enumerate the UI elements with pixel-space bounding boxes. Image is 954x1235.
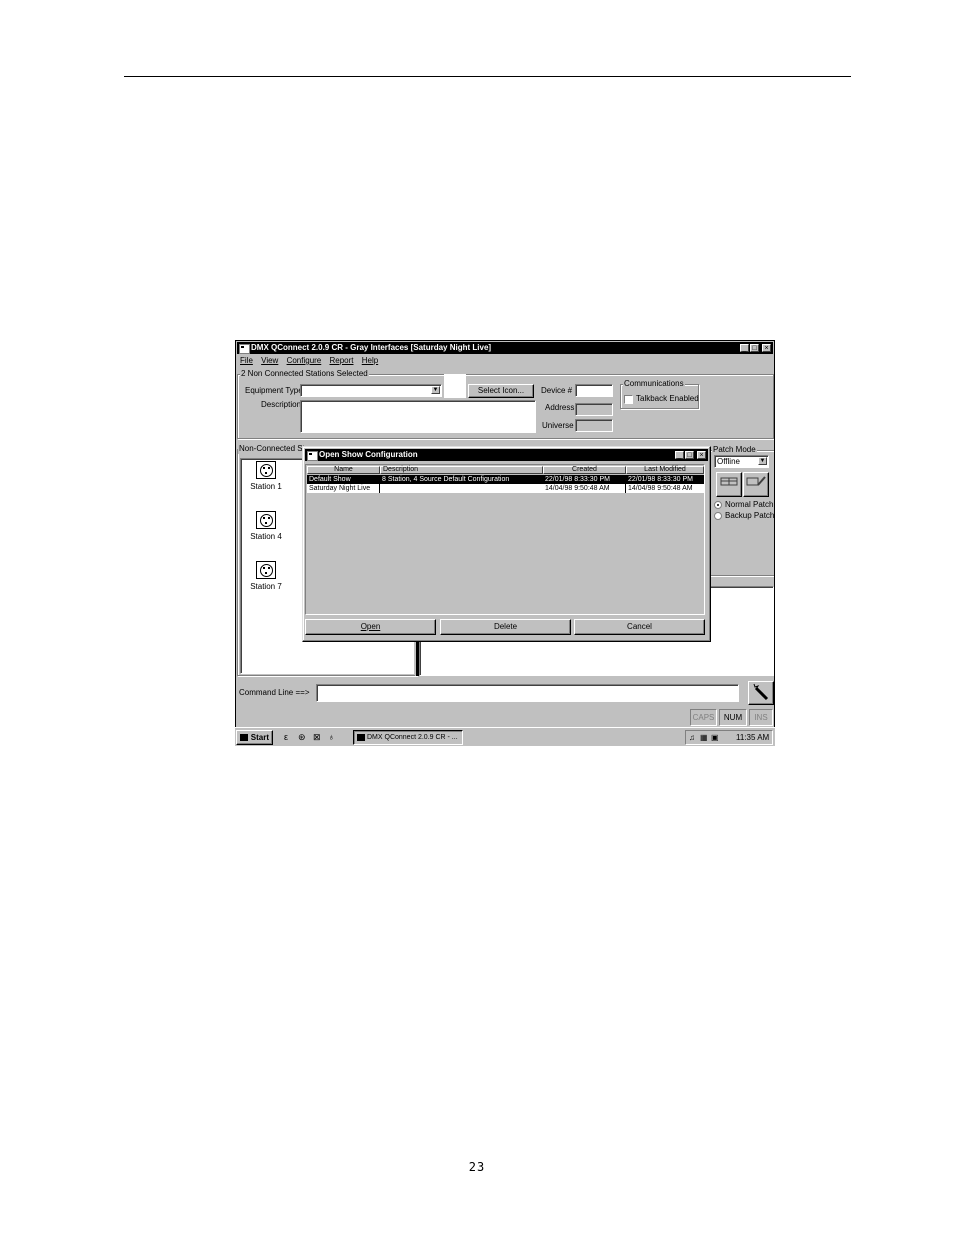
wand-icon <box>753 683 769 701</box>
dialog-minimize-button[interactable]: _ <box>675 451 684 459</box>
ins-indicator: INS <box>749 709 773 726</box>
normal-patch-label: Normal Patch <box>725 500 774 509</box>
equipment-type-label: Equipment Type <box>245 386 303 395</box>
backup-patch-label: Backup Patch <box>725 511 775 520</box>
app-icon[interactable] <box>239 344 250 354</box>
device-label: Device # <box>541 386 573 395</box>
chevron-down-icon[interactable]: ▼ <box>431 386 440 394</box>
dmx-connector-icon <box>256 461 276 479</box>
station-label: Station 4 <box>250 532 282 541</box>
cell-name: Default Show <box>309 476 351 483</box>
patch-table-button[interactable] <box>716 472 742 497</box>
patch-edit-button[interactable] <box>743 472 769 497</box>
tray-app-icon[interactable]: ▣ <box>711 731 719 744</box>
system-tray: ♫ ▦ ▣ 11:35 AM <box>685 730 773 745</box>
backup-patch-radio[interactable] <box>714 512 722 520</box>
station-label: Station 1 <box>250 482 282 491</box>
speaker-icon[interactable]: ♫ <box>689 731 695 744</box>
delete-button[interactable]: Delete <box>440 619 571 635</box>
column-header-description[interactable]: Description <box>380 466 543 474</box>
column-header-last-modified[interactable]: Last Modified <box>626 466 704 474</box>
talkback-label: Talkback Enabled <box>636 394 699 403</box>
table-row[interactable]: Default Show 8 Station, 4 Source Default… <box>307 475 704 484</box>
table-row[interactable]: Saturday Night Live 14/04/98 9:50:48 AM … <box>307 484 704 493</box>
start-button[interactable]: Start <box>236 730 273 745</box>
cell-created: 22/01/98 8:33:30 PM <box>545 476 610 483</box>
caps-indicator: CAPS <box>690 709 717 726</box>
patch-grid-icon <box>720 477 738 486</box>
station-properties-group-title: 2 Non Connected Stations Selected <box>240 369 369 379</box>
minimize-button[interactable]: _ <box>740 344 749 352</box>
cell-modified: 22/01/98 8:33:30 PM <box>628 476 693 483</box>
communications-group-title: Communications <box>623 379 685 389</box>
chevron-down-icon[interactable]: ▼ <box>758 457 767 465</box>
cancel-button[interactable]: Cancel <box>574 619 705 635</box>
universe-field <box>575 419 613 432</box>
cell-name: Saturday Night Live <box>307 484 380 493</box>
cell-created: 14/04/98 9:50:48 AM <box>543 484 626 493</box>
close-button[interactable]: × <box>762 344 771 352</box>
menu-help[interactable]: Help <box>362 356 378 365</box>
description-label: Description <box>261 400 302 409</box>
window-titlebar[interactable]: DMX QConnect 2.0.9 CR - Gray Interfaces … <box>237 342 773 354</box>
taskbar: Start ε ⊛ ⊠ ♁ DMX QConnect 2.0.9 CR - ..… <box>235 727 775 746</box>
description-field[interactable] <box>300 400 536 433</box>
address-field <box>575 403 613 416</box>
normal-patch-radio[interactable] <box>714 501 722 509</box>
channels-icon[interactable]: ♁ <box>328 732 335 742</box>
taskbar-item-dmx-qconnect[interactable]: DMX QConnect 2.0.9 CR - ... <box>353 730 463 745</box>
address-label: Address <box>545 403 575 412</box>
num-indicator: NUM <box>719 709 747 726</box>
device-field[interactable] <box>575 384 613 397</box>
column-header-name[interactable]: Name <box>307 466 380 474</box>
dialog-titlebar[interactable]: Open Show Configuration _ □ × <box>305 449 708 461</box>
station-item[interactable]: Station 7 <box>236 561 296 591</box>
patch-mode-title: Patch Mode <box>712 445 757 455</box>
column-header-created[interactable]: Created <box>543 466 626 474</box>
talkback-checkbox[interactable] <box>624 395 633 404</box>
dialog-title: Open Show Configuration <box>319 450 418 459</box>
menu-configure[interactable]: Configure <box>287 356 322 365</box>
clock[interactable]: 11:35 AM <box>736 731 769 744</box>
station-item[interactable]: Station 1 <box>236 461 296 491</box>
desktop-icon[interactable]: ⊠ <box>313 732 321 743</box>
cell-description: 8 Station, 4 Source Default Configuratio… <box>382 476 510 483</box>
station-item[interactable]: Station 4 <box>236 511 296 541</box>
patch-mode-dropdown[interactable]: Offline ▼ <box>714 455 769 468</box>
station-label: Station 7 <box>250 582 282 591</box>
windows-logo-icon <box>240 734 248 741</box>
command-line-label: Command Line ==> <box>239 688 310 697</box>
dialog-close-button[interactable]: × <box>697 451 706 459</box>
menu-bar: File View Configure Report Help <box>240 356 384 366</box>
non-connected-title: Non-Connected St <box>238 444 306 454</box>
dmx-connector-icon <box>256 561 276 579</box>
select-icon-button[interactable]: Select Icon... <box>468 384 534 398</box>
page-number: 23 <box>468 1160 486 1174</box>
show-list[interactable]: Name Description Created Last Modified D… <box>305 464 705 615</box>
header-rule <box>124 76 851 77</box>
ie-icon[interactable]: ε <box>284 732 288 742</box>
dialog-icon[interactable] <box>307 451 318 461</box>
window-title: DMX QConnect 2.0.9 CR - Gray Interfaces … <box>251 343 492 352</box>
dmx-connector-icon <box>256 511 276 529</box>
patch-mode-value: Offline <box>717 457 740 466</box>
patch-edit-icon <box>746 476 766 486</box>
dialog-maximize-button[interactable]: □ <box>685 451 694 459</box>
menu-file[interactable]: File <box>240 356 253 365</box>
command-execute-button[interactable] <box>748 681 774 705</box>
cell-modified: 14/04/98 9:50:48 AM <box>628 485 693 492</box>
taskbar-item-label: DMX QConnect 2.0.9 CR - ... <box>367 734 458 741</box>
outlook-icon[interactable]: ⊛ <box>298 732 306 743</box>
maximize-button[interactable]: □ <box>750 344 759 352</box>
network-icon[interactable]: ▦ <box>700 731 708 744</box>
start-label: Start <box>250 733 269 742</box>
command-line-input[interactable] <box>316 684 739 702</box>
equipment-type-dropdown[interactable]: ▼ <box>300 384 442 397</box>
universe-label: Universe <box>542 421 574 430</box>
station-icon-preview <box>444 374 466 398</box>
app-icon <box>357 734 365 741</box>
open-button[interactable]: Open <box>305 619 436 635</box>
menu-report[interactable]: Report <box>329 356 353 365</box>
menu-view[interactable]: View <box>261 356 278 365</box>
